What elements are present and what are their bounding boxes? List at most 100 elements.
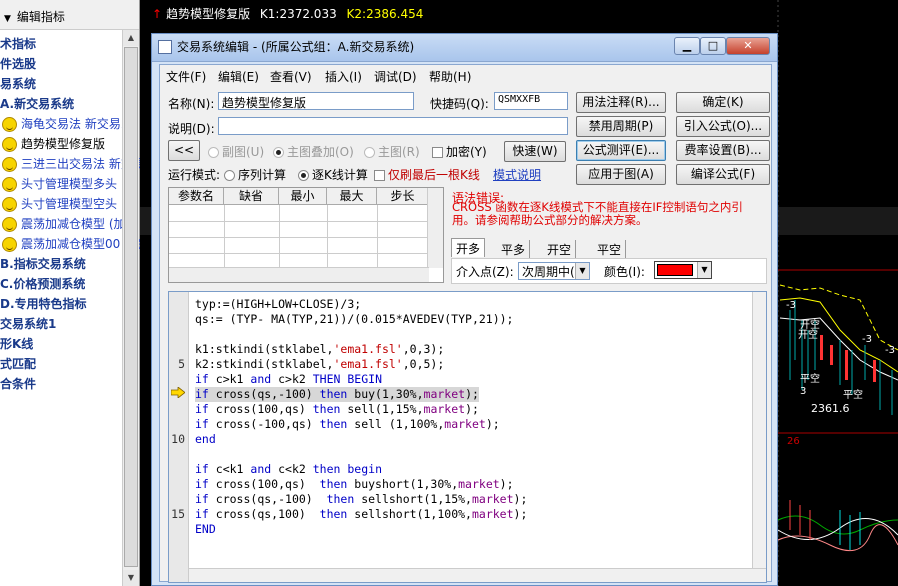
- tab-open-long[interactable]: 开多: [451, 238, 486, 257]
- tree-item[interactable]: 趋势模型修复版: [2, 134, 105, 154]
- tree-item[interactable]: D.专用特色指标: [0, 294, 87, 314]
- menu-bar: 文件(F) 编辑(E) 查看(V) 插入(I) 调试(D) 帮助(H): [160, 65, 771, 85]
- encrypt-checkbox[interactable]: 加密(Y): [432, 143, 487, 160]
- menu-help[interactable]: 帮助(H): [429, 68, 471, 85]
- code-line[interactable]: k1:stkindi(stklabel,'ema1.fsl',0,3);: [195, 342, 444, 357]
- minimize-button[interactable]: ▁: [674, 37, 700, 55]
- tree-item[interactable]: 震荡加减仓模型 (加密: [2, 214, 138, 234]
- code-line[interactable]: k2:stkindi(stklabel,'ema1.fsl',0,5);: [195, 357, 444, 372]
- shortcut-label: 快捷码(Q):: [430, 97, 489, 111]
- tree-item[interactable]: 头寸管理模型多头: [2, 174, 117, 194]
- tree-item-label: 头寸管理模型多头: [21, 177, 118, 191]
- param-table-vscroll[interactable]: [427, 188, 443, 268]
- tree-item[interactable]: 震荡加减仓模型00 (完: [2, 234, 141, 254]
- code-line[interactable]: if cross(qs,-100) then sellshort(1,15%,m…: [195, 492, 527, 507]
- tree-header[interactable]: ▼ 编辑指标: [0, 0, 139, 30]
- parameter-table[interactable]: 参数名 缺省 最小 最大 步长: [168, 187, 444, 283]
- code-line[interactable]: if cross(qs,-100) then buy(1,30%,market)…: [195, 387, 479, 402]
- desc-input[interactable]: [218, 117, 568, 135]
- maximize-button[interactable]: □: [700, 37, 726, 55]
- scroll-thumb[interactable]: [124, 47, 138, 567]
- window-title: 交易系统编辑 - (所属公式组：A.新交易系统): [177, 40, 415, 54]
- name-input[interactable]: 趋势模型修复版: [218, 92, 414, 110]
- entry-point-label: 介入点(Z):: [456, 265, 514, 279]
- usage-note-button[interactable]: 用法注释(R)...: [576, 92, 666, 113]
- tab-close-long[interactable]: 平多: [497, 240, 531, 259]
- refresh-last-checkbox[interactable]: 仅刷最后一根K线: [374, 166, 480, 183]
- import-formula-button[interactable]: 引入公式(O)...: [676, 116, 770, 137]
- compile-formula-button[interactable]: 编译公式(F): [676, 164, 770, 185]
- editor-hscroll[interactable]: [189, 568, 766, 582]
- tree-item[interactable]: 形K线: [0, 334, 33, 354]
- radio-main[interactable]: 主图(R): [364, 143, 420, 160]
- radio-icon: [208, 147, 219, 158]
- back-button[interactable]: <<: [168, 140, 200, 161]
- tree-item[interactable]: 交易系统1: [0, 314, 56, 334]
- entry-point-select[interactable]: 次周期中(▼: [518, 262, 590, 280]
- menu-view[interactable]: 查看(V): [270, 68, 312, 85]
- fee-settings-button[interactable]: 费率设置(B)...: [676, 140, 770, 161]
- code-editor[interactable]: 5 10 15 typ:=(HIGH+LOW+CLOSE)/3; qs:= (TYP-…: [168, 291, 767, 583]
- ok-button[interactable]: 确定(K): [676, 92, 770, 113]
- code-line[interactable]: typ:=(HIGH+LOW+CLOSE)/3;: [195, 297, 361, 312]
- scroll-down-icon[interactable]: ▼: [123, 570, 139, 586]
- name-label: 名称(N):: [168, 97, 215, 111]
- tree-item[interactable]: 术指标: [0, 34, 36, 54]
- current-line-arrow-icon: [171, 387, 185, 398]
- tree-item[interactable]: A.新交易系统: [0, 94, 74, 114]
- menu-debug[interactable]: 调试(D): [374, 68, 417, 85]
- tree-item[interactable]: 式匹配: [0, 354, 36, 374]
- color-picker[interactable]: ▼: [654, 261, 712, 279]
- tree-item-label: 式匹配: [0, 357, 37, 371]
- close-button[interactable]: ✕: [726, 37, 770, 55]
- param-table-hscroll[interactable]: [169, 267, 429, 282]
- code-line[interactable]: if cross(qs,100) then sellshort(1,100%,m…: [195, 507, 527, 522]
- tree-item[interactable]: 合条件: [0, 374, 36, 394]
- code-line[interactable]: END: [195, 522, 216, 537]
- col-header-default: 缺省: [224, 188, 279, 205]
- quick-button[interactable]: 快速(W): [504, 141, 566, 162]
- editor-vscroll[interactable]: [752, 292, 766, 570]
- radio-sequential[interactable]: 序列计算: [224, 166, 286, 183]
- shortcut-input[interactable]: QSMXXFB: [494, 92, 568, 110]
- radio-overlay[interactable]: 主图叠加(O): [273, 143, 354, 160]
- tree-item-label: 趋势模型修复版: [21, 137, 106, 151]
- chart-signal-label: 平空: [800, 374, 820, 385]
- code-line[interactable]: if c>k1 and c>k2 THEN BEGIN: [195, 372, 382, 387]
- mode-help-link[interactable]: 模式说明: [493, 166, 541, 183]
- tree-item[interactable]: 头寸管理模型空头: [2, 194, 117, 214]
- code-line[interactable]: qs:= (TYP- MA(TYP,21))/(0.015*AVEDEV(TYP…: [195, 312, 514, 327]
- tree-item-label: 易系统: [0, 77, 37, 91]
- checkbox-icon: [374, 170, 385, 181]
- tab-open-short[interactable]: 开空: [543, 240, 577, 259]
- tree-item[interactable]: 件选股: [0, 54, 36, 74]
- disable-period-button[interactable]: 禁用周期(P): [576, 116, 666, 137]
- title-bar[interactable]: 交易系统编辑 - (所属公式组：A.新交易系统) ▁ □ ✕: [152, 34, 777, 62]
- tab-close-short[interactable]: 平空: [593, 240, 627, 259]
- chart-signal-label: 3: [800, 386, 807, 397]
- apply-to-chart-button[interactable]: 应用于图(A): [576, 164, 666, 185]
- code-line[interactable]: end: [195, 432, 216, 447]
- tree-item[interactable]: C.价格预测系统: [0, 274, 85, 294]
- collapse-arrow-icon[interactable]: ▼: [4, 14, 11, 24]
- tree-item[interactable]: 易系统: [0, 74, 36, 94]
- tree-scrollbar[interactable]: ▲ ▼: [122, 30, 139, 586]
- code-line[interactable]: if cross(100,qs) then buyshort(1,30%,mar…: [195, 477, 514, 492]
- code-line[interactable]: if c<k1 and c<k2 then begin: [195, 462, 382, 477]
- smiley-icon: [2, 157, 17, 172]
- menu-edit[interactable]: 编辑(E): [218, 68, 259, 85]
- error-message: CROSS 函数在逐K线模式下不能直接在IF控制语句之内引用。请参阅帮助公式部分…: [452, 200, 743, 227]
- tree-item[interactable]: 海龟交易法 新交易系: [2, 114, 133, 134]
- menu-file[interactable]: 文件(F): [166, 68, 206, 85]
- chevron-down-icon[interactable]: ▼: [575, 263, 589, 279]
- scroll-up-icon[interactable]: ▲: [123, 30, 139, 46]
- formula-test-button[interactable]: 公式测评(E)...: [576, 140, 666, 161]
- tree-item-label: A.新交易系统: [0, 97, 75, 111]
- code-line[interactable]: if cross(-100,qs) then sell (1,100%,mark…: [195, 417, 500, 432]
- tree-item[interactable]: B.指标交易系统: [0, 254, 86, 274]
- menu-insert[interactable]: 插入(I): [325, 68, 362, 85]
- radio-subchart[interactable]: 副图(U): [208, 143, 264, 160]
- radio-per-bar[interactable]: 逐K线计算: [298, 166, 368, 183]
- code-line[interactable]: if cross(100,qs) then sell(1,15%,market)…: [195, 402, 479, 417]
- chevron-down-icon[interactable]: ▼: [697, 262, 711, 278]
